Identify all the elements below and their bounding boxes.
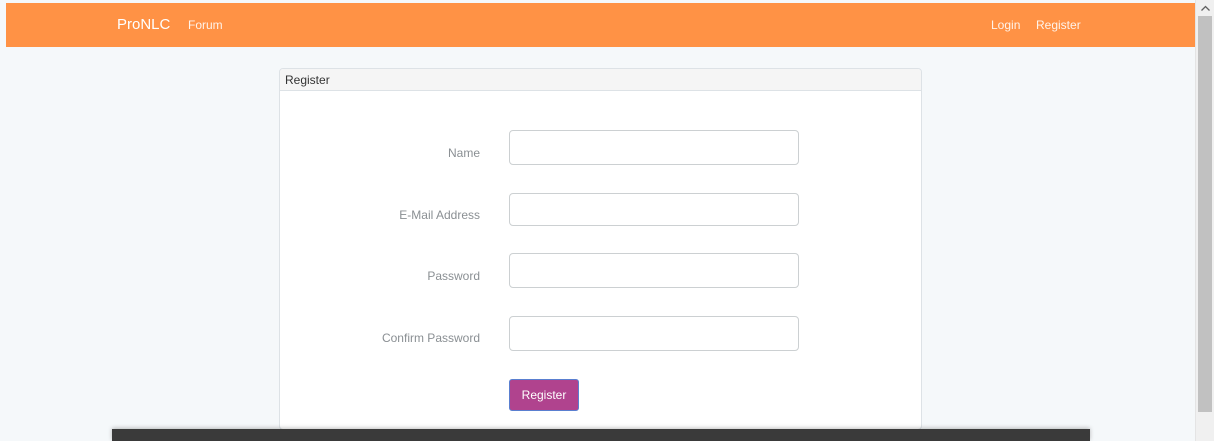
brand-logo-link[interactable]: ProNLC xyxy=(117,16,170,34)
email-label: E-Mail Address xyxy=(399,208,480,222)
email-input[interactable] xyxy=(509,193,799,226)
scrollbar-thumb[interactable] xyxy=(1198,16,1212,412)
password-label: Password xyxy=(427,269,480,283)
vertical-scrollbar[interactable] xyxy=(1195,0,1214,441)
name-input[interactable] xyxy=(509,130,799,165)
chevron-up-icon[interactable] xyxy=(1196,0,1214,16)
nav-forum-link[interactable]: Forum xyxy=(188,18,223,33)
bottom-dark-bar xyxy=(112,429,1090,441)
panel-heading: Register xyxy=(280,69,921,91)
register-submit-button[interactable]: Register xyxy=(509,379,579,411)
page-viewport: ProNLC Forum Login Register Register Nam… xyxy=(0,0,1195,441)
confirm-password-label: Confirm Password xyxy=(381,331,480,345)
name-label: Name xyxy=(447,146,480,160)
panel-title: Register xyxy=(285,73,330,87)
top-navbar: ProNLC Forum Login Register xyxy=(6,3,1195,47)
password-input[interactable] xyxy=(509,253,799,288)
confirm-password-input[interactable] xyxy=(509,316,799,351)
register-panel: Register Name E-Mail Address Password Co… xyxy=(279,68,922,430)
nav-register-link[interactable]: Register xyxy=(1036,18,1081,33)
nav-login-link[interactable]: Login xyxy=(991,18,1020,33)
